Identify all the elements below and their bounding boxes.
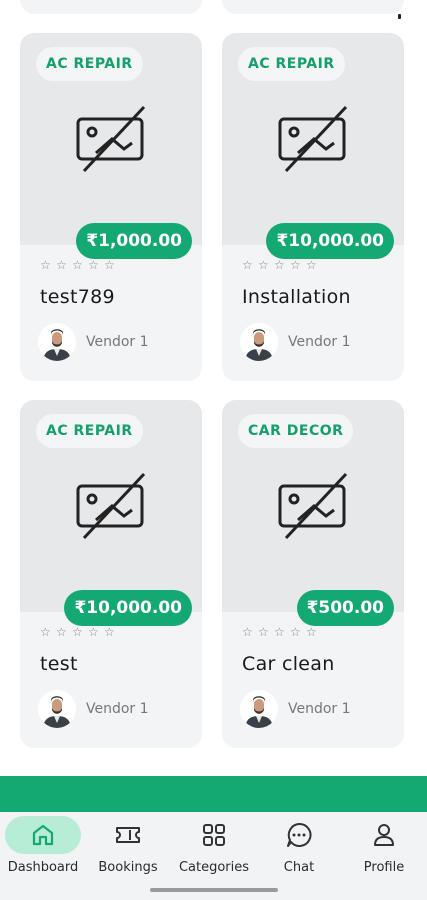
category-badge: CAR DECOR bbox=[238, 414, 354, 448]
star-empty-icon: ☆ bbox=[290, 258, 301, 272]
star-empty-icon: ☆ bbox=[88, 625, 99, 639]
star-empty-icon: ☆ bbox=[274, 258, 285, 272]
vendor-info: Vendor 1 bbox=[240, 690, 351, 728]
image-unavailable-icon bbox=[278, 472, 348, 540]
service-title: Installation bbox=[242, 286, 351, 308]
star-empty-icon: ☆ bbox=[88, 258, 99, 272]
nav-item-profile[interactable]: Profile bbox=[346, 812, 422, 882]
service-title: test bbox=[40, 653, 78, 675]
star-empty-icon: ☆ bbox=[40, 258, 51, 272]
accent-banner bbox=[0, 776, 427, 812]
price-tag: ₹10,000.00 bbox=[266, 223, 394, 259]
partial-card-top-left[interactable] bbox=[20, 0, 202, 14]
rating-stars: ☆ ☆ ☆ ☆ ☆ bbox=[242, 626, 319, 640]
vendor-avatar bbox=[38, 690, 76, 728]
service-title: test789 bbox=[40, 286, 115, 308]
star-empty-icon: ☆ bbox=[258, 625, 269, 639]
star-empty-icon: ☆ bbox=[242, 258, 253, 272]
image-unavailable-icon bbox=[278, 105, 348, 173]
image-unavailable-icon bbox=[76, 105, 146, 173]
star-empty-icon: ☆ bbox=[274, 625, 285, 639]
service-list-screen: AC REPAIR ₹1,000.00 ☆ ☆ ☆ ☆ ☆ test789 Vendor… bbox=[0, 0, 427, 900]
home-icon bbox=[32, 824, 54, 846]
nav-label: Dashboard bbox=[7, 860, 79, 875]
scroll-indicator bbox=[398, 14, 401, 19]
nav-item-bookings[interactable]: Bookings bbox=[90, 812, 166, 882]
ticket-icon bbox=[116, 827, 140, 843]
star-empty-icon: ☆ bbox=[258, 258, 269, 272]
service-card[interactable]: CAR DECOR ₹500.00 ☆ ☆ ☆ ☆ ☆ Car clean Vendor… bbox=[222, 400, 404, 748]
image-unavailable-icon bbox=[76, 472, 146, 540]
star-empty-icon: ☆ bbox=[40, 625, 51, 639]
vendor-name: Vendor 1 bbox=[86, 334, 149, 350]
rating-stars: ☆ ☆ ☆ ☆ ☆ bbox=[40, 626, 117, 640]
nav-item-categories[interactable]: Categories bbox=[175, 812, 253, 882]
category-badge: AC REPAIR bbox=[36, 47, 143, 81]
star-empty-icon: ☆ bbox=[306, 625, 317, 639]
nav-item-dashboard[interactable]: Dashboard bbox=[5, 812, 81, 882]
star-empty-icon: ☆ bbox=[56, 258, 67, 272]
grid-icon bbox=[203, 824, 225, 846]
star-empty-icon: ☆ bbox=[104, 625, 115, 639]
star-empty-icon: ☆ bbox=[72, 625, 83, 639]
category-badge: AC REPAIR bbox=[238, 47, 345, 81]
star-empty-icon: ☆ bbox=[306, 258, 317, 272]
category-badge: AC REPAIR bbox=[36, 414, 143, 448]
star-empty-icon: ☆ bbox=[72, 258, 83, 272]
nav-item-chat[interactable]: Chat bbox=[262, 812, 336, 882]
star-empty-icon: ☆ bbox=[104, 258, 115, 272]
nav-label: Bookings bbox=[98, 860, 158, 875]
nav-label: Profile bbox=[363, 860, 405, 875]
vendor-name: Vendor 1 bbox=[288, 701, 351, 717]
rating-stars: ☆ ☆ ☆ ☆ ☆ bbox=[40, 259, 117, 273]
nav-label: Chat bbox=[283, 860, 315, 875]
price-tag: ₹1,000.00 bbox=[76, 223, 192, 259]
star-empty-icon: ☆ bbox=[290, 625, 301, 639]
price-tag: ₹500.00 bbox=[296, 590, 394, 626]
vendor-avatar bbox=[38, 323, 76, 361]
person-icon bbox=[374, 824, 394, 846]
service-title: Car clean bbox=[242, 653, 335, 675]
rating-stars: ☆ ☆ ☆ ☆ ☆ bbox=[242, 259, 319, 273]
chat-bubble-icon bbox=[287, 822, 312, 847]
price-tag: ₹10,000.00 bbox=[64, 590, 192, 626]
star-empty-icon: ☆ bbox=[56, 625, 67, 639]
service-card[interactable]: AC REPAIR ₹10,000.00 ☆ ☆ ☆ ☆ ☆ test Vendor 1 bbox=[20, 400, 202, 748]
service-card[interactable]: AC REPAIR ₹1,000.00 ☆ ☆ ☆ ☆ ☆ test789 Vendor… bbox=[20, 33, 202, 381]
home-indicator[interactable] bbox=[150, 888, 278, 892]
vendor-avatar bbox=[240, 323, 278, 361]
nav-label: Categories bbox=[178, 860, 250, 875]
bottom-navigation: Dashboard Bookings Categories Chat Profi… bbox=[0, 812, 427, 900]
vendor-info: Vendor 1 bbox=[240, 323, 351, 361]
vendor-name: Vendor 1 bbox=[288, 334, 351, 350]
vendor-avatar bbox=[240, 690, 278, 728]
star-empty-icon: ☆ bbox=[242, 625, 253, 639]
vendor-info: Vendor 1 bbox=[38, 323, 149, 361]
vendor-name: Vendor 1 bbox=[86, 701, 149, 717]
partial-card-top-right[interactable] bbox=[222, 0, 404, 14]
service-card[interactable]: AC REPAIR ₹10,000.00 ☆ ☆ ☆ ☆ ☆ Installation … bbox=[222, 33, 404, 381]
vendor-info: Vendor 1 bbox=[38, 690, 149, 728]
